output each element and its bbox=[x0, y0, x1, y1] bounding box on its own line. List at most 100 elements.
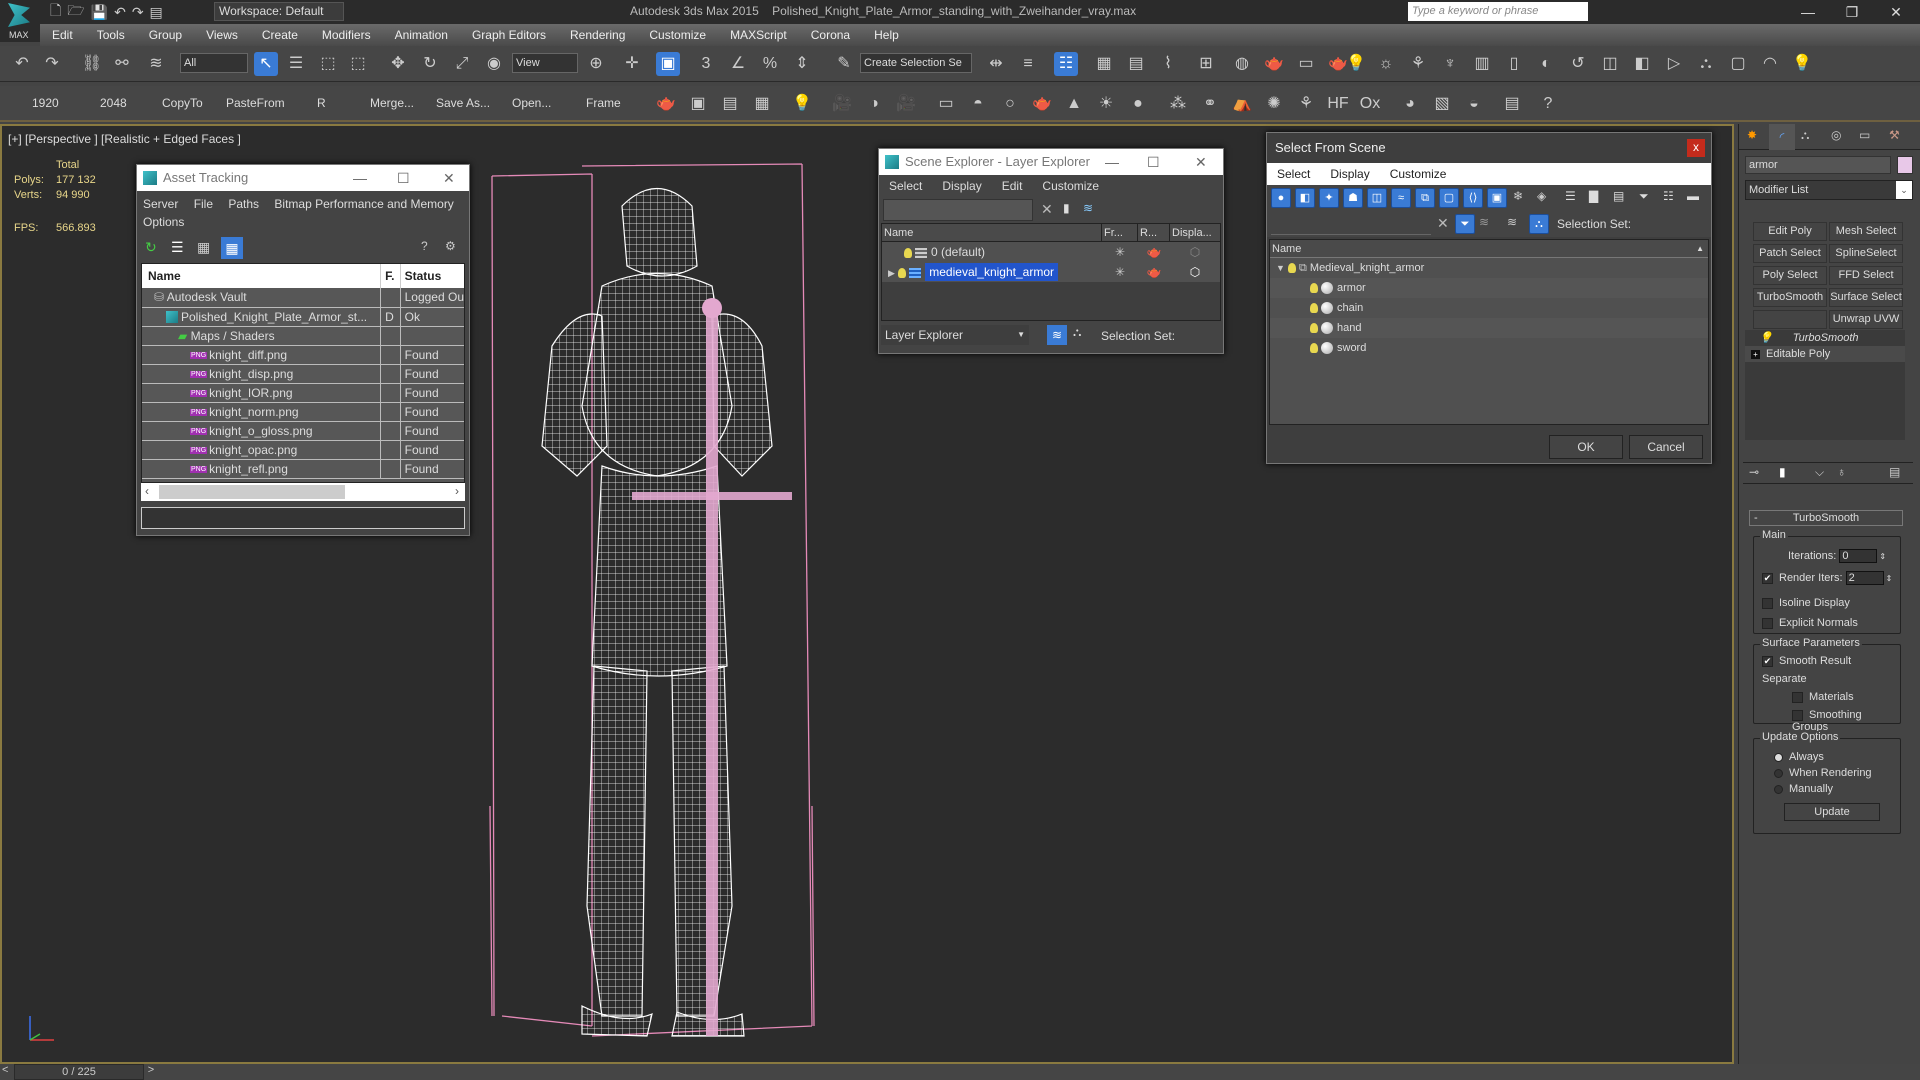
freeze-icon[interactable]: ✳ bbox=[1102, 242, 1138, 262]
isoline-display-checkbox[interactable] bbox=[1762, 597, 1773, 609]
menu-options[interactable]: Options bbox=[143, 215, 184, 229]
asset-row[interactable]: PNG knight_opac.png Found bbox=[142, 440, 464, 460]
minimize-button[interactable]: — bbox=[353, 165, 367, 191]
make-unique-icon[interactable]: ⌵ bbox=[1815, 465, 1824, 480]
display-box-icon[interactable]: ⬡ bbox=[1170, 242, 1220, 262]
object-color-swatch[interactable] bbox=[1897, 156, 1913, 174]
modifier-button-surface-select[interactable]: Surface Select bbox=[1829, 288, 1903, 307]
mesh-light-icon[interactable]: 🫖 bbox=[1030, 92, 1054, 116]
menu-tools[interactable]: Tools bbox=[85, 28, 137, 42]
corona-vfb-icon[interactable]: ◫ bbox=[1598, 52, 1622, 76]
show-end-result-icon[interactable]: ▮ bbox=[1779, 465, 1786, 479]
select-object-icon[interactable]: ↖ bbox=[254, 52, 278, 76]
motion-tab-icon[interactable]: ◎ bbox=[1831, 128, 1841, 142]
particles-icon[interactable]: ⚭ bbox=[1198, 92, 1222, 116]
window-crossing-icon[interactable]: ⬚ bbox=[346, 52, 370, 76]
menu-customize[interactable]: Customize bbox=[1380, 167, 1457, 181]
configure-sets-icon[interactable]: ▤ bbox=[1889, 465, 1900, 479]
open-button[interactable]: Open... bbox=[512, 96, 551, 110]
new-layer-icon[interactable]: ≋ bbox=[1083, 201, 1093, 215]
filter-cameras-icon[interactable]: ☗ bbox=[1343, 188, 1363, 208]
stack-item-editable-poly[interactable]: + Editable Poly bbox=[1745, 346, 1905, 362]
select-manipulate-icon[interactable]: ✛ bbox=[620, 52, 644, 76]
asset-row[interactable]: Polished_Knight_Plate_Armor_st... D Ok bbox=[142, 307, 464, 327]
filter-shapes-icon[interactable]: ◧ bbox=[1295, 188, 1315, 208]
material-browser-icon[interactable]: ▧ bbox=[1430, 92, 1454, 116]
material-editor-icon[interactable]: ◍ bbox=[1230, 52, 1254, 76]
new-file-icon[interactable]: 🗋 bbox=[50, 0, 61, 24]
help-icon[interactable]: ? bbox=[1536, 92, 1560, 116]
align-icon[interactable]: ≡ bbox=[1016, 52, 1040, 76]
stack-item-turbosmooth[interactable]: 💡 TurboSmooth bbox=[1745, 330, 1905, 346]
vray-frame-buffer-icon[interactable]: ▥ bbox=[1470, 52, 1494, 76]
menu-display[interactable]: Display bbox=[1320, 167, 1379, 181]
menu-create[interactable]: Create bbox=[250, 28, 310, 42]
update-always-radio[interactable] bbox=[1774, 752, 1783, 762]
add-to-layer-icon[interactable]: ▮ bbox=[1063, 201, 1070, 215]
render-iters-checkbox[interactable]: ✔ bbox=[1762, 572, 1773, 584]
modifier-button-mesh-select[interactable]: Mesh Select bbox=[1829, 222, 1903, 241]
object-name-input[interactable]: armor bbox=[1745, 156, 1891, 174]
refresh-icon[interactable]: ↻ bbox=[145, 239, 157, 256]
import-icon[interactable]: ▤ bbox=[1500, 92, 1524, 116]
select-by-name-icon[interactable]: ☰ bbox=[284, 52, 308, 76]
undo-icon[interactable]: ↶ bbox=[10, 52, 34, 76]
angle-snap-icon[interactable]: ∠ bbox=[726, 52, 750, 76]
asset-row[interactable]: PNG knight_IOR.png Found bbox=[142, 383, 464, 403]
selection-filter-dropdown[interactable]: All bbox=[180, 53, 248, 73]
modifier-button-turbosmooth[interactable]: TurboSmooth bbox=[1753, 288, 1827, 307]
find-filter-icon[interactable]: ⏷ bbox=[1455, 214, 1475, 234]
material-sphere-icon[interactable]: ◕ bbox=[1398, 92, 1422, 116]
percent-snap-icon[interactable]: % bbox=[758, 52, 782, 76]
ies-light-icon[interactable]: ▲ bbox=[1062, 92, 1086, 116]
viewport-label[interactable]: [+] [Perspective ] [Realistic + Edged Fa… bbox=[8, 132, 241, 146]
object-row-sword[interactable]: sword bbox=[1270, 338, 1708, 358]
vray-sun-icon[interactable]: ☼ bbox=[1374, 52, 1398, 76]
knight-armor-model[interactable] bbox=[482, 146, 902, 1046]
redo-icon[interactable]: ↷ bbox=[40, 52, 64, 76]
vray-light-icon[interactable]: 💡 bbox=[1344, 52, 1368, 76]
column-display[interactable]: Displa... bbox=[1170, 224, 1220, 241]
render-setup-icon[interactable]: 🫖 bbox=[1262, 52, 1286, 76]
render-window-icon[interactable]: ▣ bbox=[686, 92, 710, 116]
tent-icon[interactable]: ⛺ bbox=[1230, 92, 1254, 116]
layer-row-medieval-knight-armor[interactable]: ▶ medieval_knight_armor ✳ 🫖 ⬡ bbox=[882, 262, 1220, 282]
update-manually-radio[interactable] bbox=[1774, 784, 1783, 794]
asset-row[interactable]: PNG knight_disp.png Found bbox=[142, 364, 464, 384]
materials-checkbox[interactable] bbox=[1792, 691, 1803, 703]
minimize-button[interactable]: — bbox=[1105, 149, 1119, 175]
frame-button[interactable]: Frame bbox=[586, 96, 621, 110]
display-tab-icon[interactable]: ▭ bbox=[1859, 128, 1870, 142]
object-row-hand[interactable]: hand bbox=[1270, 318, 1708, 338]
column-chooser-icon[interactable]: ▬ bbox=[1687, 189, 1699, 203]
freeze-icon[interactable]: ✳ bbox=[1102, 262, 1138, 282]
open-file-icon[interactable]: 🗁 bbox=[67, 0, 84, 24]
collapse-arrow-icon[interactable]: ▼ bbox=[1276, 263, 1285, 273]
modify-tab-icon[interactable]: ◜ bbox=[1769, 124, 1795, 150]
snaps-toggle-icon[interactable]: 3 bbox=[694, 52, 718, 76]
edit-named-selection-icon[interactable]: ✎ bbox=[832, 52, 856, 76]
menu-views[interactable]: Views bbox=[194, 28, 250, 42]
rect-selection-icon[interactable]: ⬚ bbox=[316, 52, 340, 76]
corona-bulb-icon[interactable]: 💡 bbox=[1790, 52, 1814, 76]
display-all-icon[interactable]: ☰ bbox=[1565, 189, 1576, 203]
object-row-armor[interactable]: armor bbox=[1270, 278, 1708, 298]
redo-icon[interactable]: ↷ bbox=[132, 4, 144, 21]
save-icon[interactable]: 💾 bbox=[91, 4, 108, 21]
place-icon[interactable]: ◉ bbox=[482, 52, 506, 76]
vray-plane-icon[interactable]: ▯ bbox=[1502, 52, 1526, 76]
vray-proxy-icon[interactable]: ⚘ bbox=[1406, 52, 1430, 76]
sort-by-layer-icon[interactable]: ≋ bbox=[1507, 215, 1517, 229]
asset-row[interactable]: PNG knight_diff.png Found bbox=[142, 345, 464, 365]
menu-select[interactable]: Select bbox=[1267, 167, 1320, 181]
render-teapot-icon[interactable]: 🫖 bbox=[1138, 262, 1170, 282]
menu-file[interactable]: File bbox=[194, 197, 213, 211]
rendered-frame-window-icon[interactable]: ▭ bbox=[1294, 52, 1318, 76]
corona-material-icon[interactable]: ◠ bbox=[1758, 52, 1782, 76]
corona-camera-icon[interactable]: ▷ bbox=[1662, 52, 1686, 76]
camera-icon[interactable]: 🎥 bbox=[830, 92, 854, 116]
menu-rendering[interactable]: Rendering bbox=[558, 28, 637, 42]
prev-frame-button[interactable]: < bbox=[2, 1064, 8, 1076]
resolution-2048-button[interactable]: 2048 bbox=[100, 96, 127, 110]
unlink-icon[interactable]: ⚯ bbox=[110, 52, 134, 76]
